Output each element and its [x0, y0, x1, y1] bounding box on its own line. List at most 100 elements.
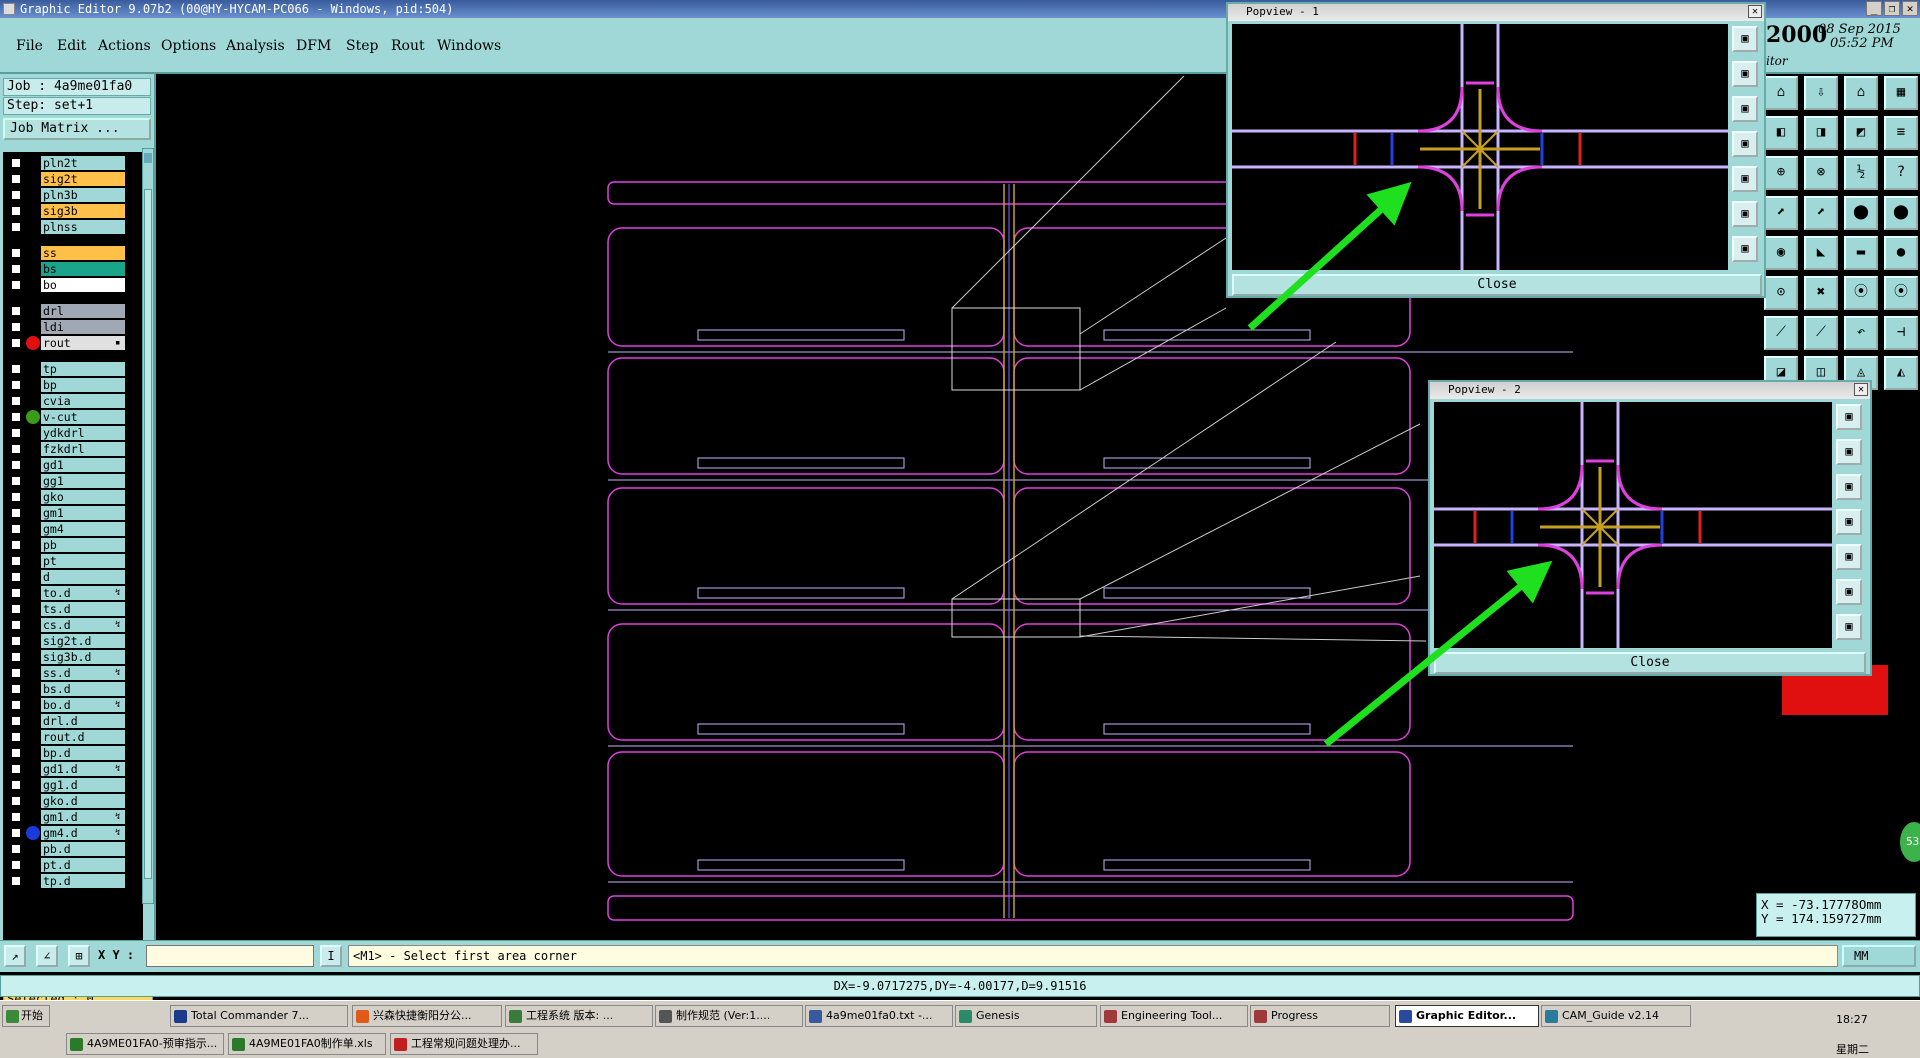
layer-row-bp[interactable]: bp — [3, 378, 143, 392]
tool-button-icon[interactable]: ⇩ — [1804, 76, 1838, 110]
layer-row-tp[interactable]: tp — [3, 362, 143, 376]
tool-button-icon[interactable]: ◉ — [1764, 236, 1798, 270]
tool-button-icon[interactable]: ⊕ — [1764, 156, 1798, 190]
layer-checkbox[interactable] — [11, 684, 21, 694]
tool-button-icon[interactable]: ? — [1884, 156, 1918, 190]
layer-row-gd1[interactable]: gd1 — [3, 458, 143, 472]
layer-row-gko.d[interactable]: gko.d — [3, 794, 143, 808]
layer-checkbox[interactable] — [11, 540, 21, 550]
popview-1-canvas[interactable] — [1232, 24, 1728, 270]
layer-checkbox[interactable] — [11, 222, 21, 232]
layer-row-pt[interactable]: pt — [3, 554, 143, 568]
tool-button-icon[interactable]: ½ — [1844, 156, 1878, 190]
taskbar-item[interactable]: 4A9ME01FA0制作单.xls — [228, 1033, 386, 1055]
job-matrix-button[interactable]: Job Matrix ... — [3, 118, 151, 140]
layer-row-cvia[interactable]: cvia — [3, 394, 143, 408]
layer-checkbox[interactable] — [11, 556, 21, 566]
tool-button-icon[interactable]: ⊗ — [1804, 156, 1838, 190]
layer-row-ydkdrl[interactable]: ydkdrl — [3, 426, 143, 440]
layer-checkbox[interactable] — [11, 604, 21, 614]
snap-icon[interactable]: ↗ — [4, 945, 26, 967]
layer-checkbox[interactable] — [11, 668, 21, 678]
layer-checkbox[interactable] — [11, 280, 21, 290]
text-cursor-icon[interactable]: I — [320, 945, 342, 967]
layer-row-cs.d[interactable]: cs.d ↯ — [3, 618, 143, 632]
layer-row-tp.d[interactable]: tp.d — [3, 874, 143, 888]
layer-checkbox[interactable] — [11, 508, 21, 518]
taskbar-item[interactable]: 4A9ME01FA0-预审指示... — [66, 1033, 224, 1055]
taskbar-item[interactable]: Engineering Tool... — [1100, 1005, 1248, 1027]
tool-button-icon[interactable]: ✖ — [1804, 276, 1838, 310]
layer-checkbox[interactable] — [11, 412, 21, 422]
menu-rout[interactable]: Rout — [391, 38, 425, 54]
layer-checkbox[interactable] — [11, 700, 21, 710]
tool-button-icon[interactable]: ◣ — [1804, 236, 1838, 270]
layer-row-pln2t[interactable]: pln2t — [3, 156, 143, 170]
grid-icon[interactable]: ⊞ — [68, 945, 90, 967]
layer-checkbox[interactable] — [11, 572, 21, 582]
layer-row-ldi[interactable]: ldi — [3, 320, 143, 334]
taskbar-item[interactable]: 工程常规问题处理办... — [390, 1033, 538, 1055]
layer-row-gd1.d[interactable]: gd1.d ↯ — [3, 762, 143, 776]
layer-checkbox[interactable] — [11, 306, 21, 316]
popview-tool-icon[interactable]: ▣ — [1836, 614, 1862, 640]
tool-button-icon[interactable]: ⬈ — [1804, 196, 1838, 230]
layer-row-gg1.d[interactable]: gg1.d — [3, 778, 143, 792]
layer-checkbox[interactable] — [11, 206, 21, 216]
layer-checkbox[interactable] — [11, 338, 21, 348]
menu-dfm[interactable]: DFM — [296, 38, 331, 54]
scroll-up-icon[interactable] — [144, 153, 152, 163]
layer-checkbox[interactable] — [11, 428, 21, 438]
layer-checkbox[interactable] — [11, 732, 21, 742]
taskbar-item[interactable]: 兴森快捷衡阳分公... — [352, 1005, 502, 1027]
layer-row-v-cut[interactable]: v-cut — [3, 410, 143, 424]
layer-row-bo.d[interactable]: bo.d ↯ — [3, 698, 143, 712]
layer-checkbox[interactable] — [11, 322, 21, 332]
close-icon[interactable]: ✕ — [1902, 1, 1918, 16]
tool-button-icon[interactable]: ⬤ — [1884, 196, 1918, 230]
minimize-icon[interactable]: _ — [1866, 1, 1882, 16]
tool-button-icon[interactable]: ● — [1884, 236, 1918, 270]
layer-row-bo[interactable]: bo — [3, 278, 143, 292]
popview-tool-icon[interactable]: ▣ — [1732, 201, 1758, 227]
menu-file[interactable]: File — [16, 38, 43, 54]
layer-row-sig3b.d[interactable]: sig3b.d — [3, 650, 143, 664]
tool-button-icon[interactable]: ⌂ — [1764, 76, 1798, 110]
popview-2-close-button[interactable]: Close — [1434, 652, 1866, 674]
layer-row-bs[interactable]: bs — [3, 262, 143, 276]
popview-tool-icon[interactable]: ▣ — [1836, 579, 1862, 605]
taskbar-item[interactable]: Graphic Editor... — [1395, 1005, 1539, 1027]
layer-row-bp.d[interactable]: bp.d — [3, 746, 143, 760]
layer-checkbox[interactable] — [11, 764, 21, 774]
layer-row-rout.d[interactable]: rout.d — [3, 730, 143, 744]
layer-row-fzkdrl[interactable]: fzkdrl — [3, 442, 143, 456]
taskbar-item[interactable]: 4a9me01fa0.txt -... — [805, 1005, 953, 1027]
measure-icon[interactable]: ∠ — [36, 945, 58, 967]
layer-scrollbar[interactable] — [142, 148, 154, 904]
tool-button-icon[interactable]: ⦿ — [1884, 276, 1918, 310]
tool-button-icon[interactable]: ⦿ — [1844, 276, 1878, 310]
menu-actions[interactable]: Actions — [98, 38, 151, 54]
popview-tool-icon[interactable]: ▣ — [1732, 166, 1758, 192]
tool-button-icon[interactable]: ⬈ — [1764, 196, 1798, 230]
layer-row-ss.d[interactable]: ss.d ↯ — [3, 666, 143, 680]
layer-checkbox[interactable] — [11, 620, 21, 630]
layer-row-pb.d[interactable]: pb.d — [3, 842, 143, 856]
scroll-thumb[interactable] — [144, 189, 152, 879]
tool-button-icon[interactable]: ◩ — [1844, 116, 1878, 150]
tool-button-icon[interactable]: ◨ — [1804, 116, 1838, 150]
layer-checkbox[interactable] — [11, 444, 21, 454]
layer-row-plnss[interactable]: plnss — [3, 220, 143, 234]
layer-row-gm4[interactable]: gm4 — [3, 522, 143, 536]
popview-tool-icon[interactable]: ▣ — [1836, 544, 1862, 570]
taskbar-item[interactable]: Progress — [1250, 1005, 1390, 1027]
layer-checkbox[interactable] — [11, 460, 21, 470]
layer-row-ts.d[interactable]: ts.d — [3, 602, 143, 616]
tool-button-icon[interactable]: ⬤ — [1844, 196, 1878, 230]
menu-step[interactable]: Step — [346, 38, 378, 54]
layer-row-rout[interactable]: rout ▪ — [3, 336, 143, 350]
layer-checkbox[interactable] — [11, 844, 21, 854]
layer-row-pln3b[interactable]: pln3b — [3, 188, 143, 202]
tool-button-icon[interactable]: ⌂ — [1844, 76, 1878, 110]
layer-row-pb[interactable]: pb — [3, 538, 143, 552]
